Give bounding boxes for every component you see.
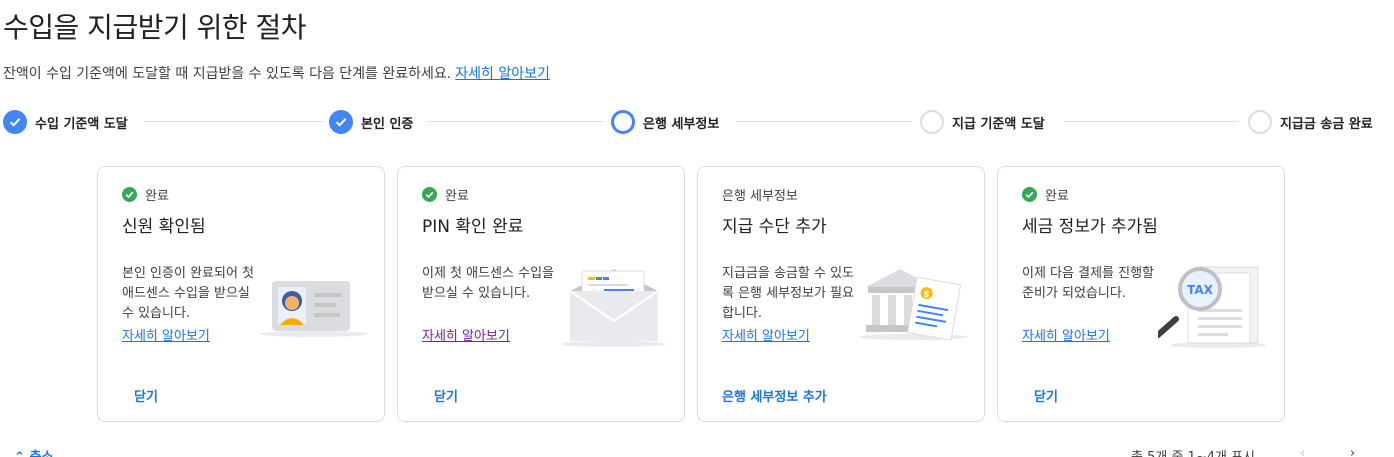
collapse-label: 축소 <box>29 450 53 457</box>
card-body: 지급금을 송금할 수 있도록 은행 세부정보가 필요합니다. <box>722 266 854 321</box>
dismiss-button[interactable]: 닫기 <box>422 384 470 407</box>
pending-step-icon <box>920 110 944 134</box>
card-title: PIN 확인 완료 <box>422 217 524 237</box>
card-status: 완료 <box>122 185 169 204</box>
card-tax-info-added: 완료 세금 정보가 추가됨 이제 다음 결제를 진행할 준비가 되었습니다. 자… <box>997 166 1285 422</box>
learn-more-link[interactable]: 자세히 알아보기 <box>722 325 810 344</box>
chevron-right-icon: › <box>1350 446 1356 457</box>
card-title: 지급 수단 추가 <box>722 217 827 237</box>
check-circle-icon <box>1022 187 1037 202</box>
check-icon <box>3 110 27 134</box>
step-label: 은행 세부정보 <box>643 116 720 132</box>
step-label: 본인 인증 <box>361 116 414 132</box>
card-body: 이제 첫 애드센스 수입을 받으실 수 있습니다. <box>422 266 554 301</box>
learn-more-link[interactable]: 자세히 알아보기 <box>1022 325 1110 344</box>
card-identity-verified: 완료 신원 확인됨 본인 인증이 완료되어 첫 애드센스 수입을 받으실 수 있… <box>97 166 385 422</box>
card-title: 세금 정보가 추가됨 <box>1022 217 1158 237</box>
card-body: 본인 인증이 완료되어 첫 애드센스 수입을 받으실 수 있습니다. <box>122 266 254 321</box>
pending-step-icon <box>1248 110 1272 134</box>
learn-more-link[interactable]: 자세히 알아보기 <box>422 325 510 344</box>
card-body: 이제 다음 결제를 진행할 준비가 되었습니다. <box>1022 266 1154 301</box>
learn-more-link[interactable]: 자세히 알아보기 <box>455 66 550 82</box>
id-card-icon <box>260 281 368 337</box>
next-page-button[interactable]: › <box>1350 446 1355 457</box>
status-text: 완료 <box>1045 189 1069 204</box>
card-status: 은행 세부정보 <box>722 185 798 204</box>
collapse-button[interactable]: ⌃ 축소 <box>14 446 53 457</box>
step-label: 수입 기준액 도달 <box>35 116 128 132</box>
card-status: 완료 <box>422 185 469 204</box>
step-label: 지급 기준액 도달 <box>952 116 1045 132</box>
step-earnings-threshold: 수입 기준액 도달 <box>3 108 138 136</box>
page-subtitle: 잔액이 수입 기준액에 도달할 때 지급받을 수 있도록 다음 단계를 완료하세… <box>3 63 550 83</box>
step-connector <box>427 121 603 122</box>
step-payment-threshold: 지급 기준액 도달 <box>920 108 1055 136</box>
card-pin-verified: 완료 PIN 확인 완료 이제 첫 애드센스 수입을 받으실 수 있습니다. 자… <box>397 166 685 422</box>
envelope-letter-icon <box>562 269 666 347</box>
step-connector <box>736 121 911 122</box>
pagination-range: 총 5개 중 1~4개 표시 <box>1131 446 1255 457</box>
chevron-left-icon: ‹ <box>1300 446 1306 457</box>
current-step-icon <box>611 110 635 134</box>
tax-magnifier-icon: TAX <box>1158 266 1266 348</box>
step-identity: 본인 인증 <box>329 108 424 136</box>
status-text: 은행 세부정보 <box>722 189 798 204</box>
step-bank-details: 은행 세부정보 <box>611 108 730 136</box>
step-label: 지급금 송금 완료 <box>1280 116 1373 132</box>
dismiss-button[interactable]: 닫기 <box>1022 384 1070 407</box>
check-circle-icon <box>122 187 137 202</box>
check-circle-icon <box>422 187 437 202</box>
step-connector <box>1064 121 1238 122</box>
card-status: 완료 <box>1022 185 1069 204</box>
step-connector <box>145 121 323 122</box>
svg-text:TAX: TAX <box>1187 283 1214 297</box>
page-title: 수입을 지급받기 위한 절차 <box>3 11 307 44</box>
add-bank-details-button[interactable]: 은행 세부정보 추가 <box>722 384 827 407</box>
progress-stepper: 수입 기준액 도달 본인 인증 은행 세부정보 지급 기준액 도달 지급금 송금… <box>3 108 1394 136</box>
chevron-up-icon: ⌃ <box>14 450 25 457</box>
prev-page-button[interactable]: ‹ <box>1300 446 1305 457</box>
bank-check-icon: $ <box>860 269 968 341</box>
card-add-payment-method: 은행 세부정보 지급 수단 추가 지급금을 송금할 수 있도록 은행 세부정보가… <box>697 166 985 422</box>
status-text: 완료 <box>445 189 469 204</box>
check-icon <box>329 110 353 134</box>
learn-more-link[interactable]: 자세히 알아보기 <box>122 325 210 344</box>
step-payment-sent: 지급금 송금 완료 <box>1248 108 1373 136</box>
dismiss-button[interactable]: 닫기 <box>122 384 170 407</box>
status-text: 완료 <box>145 189 169 204</box>
subtitle-text: 잔액이 수입 기준액에 도달할 때 지급받을 수 있도록 다음 단계를 완료하세… <box>3 66 452 82</box>
card-title: 신원 확인됨 <box>122 217 206 237</box>
